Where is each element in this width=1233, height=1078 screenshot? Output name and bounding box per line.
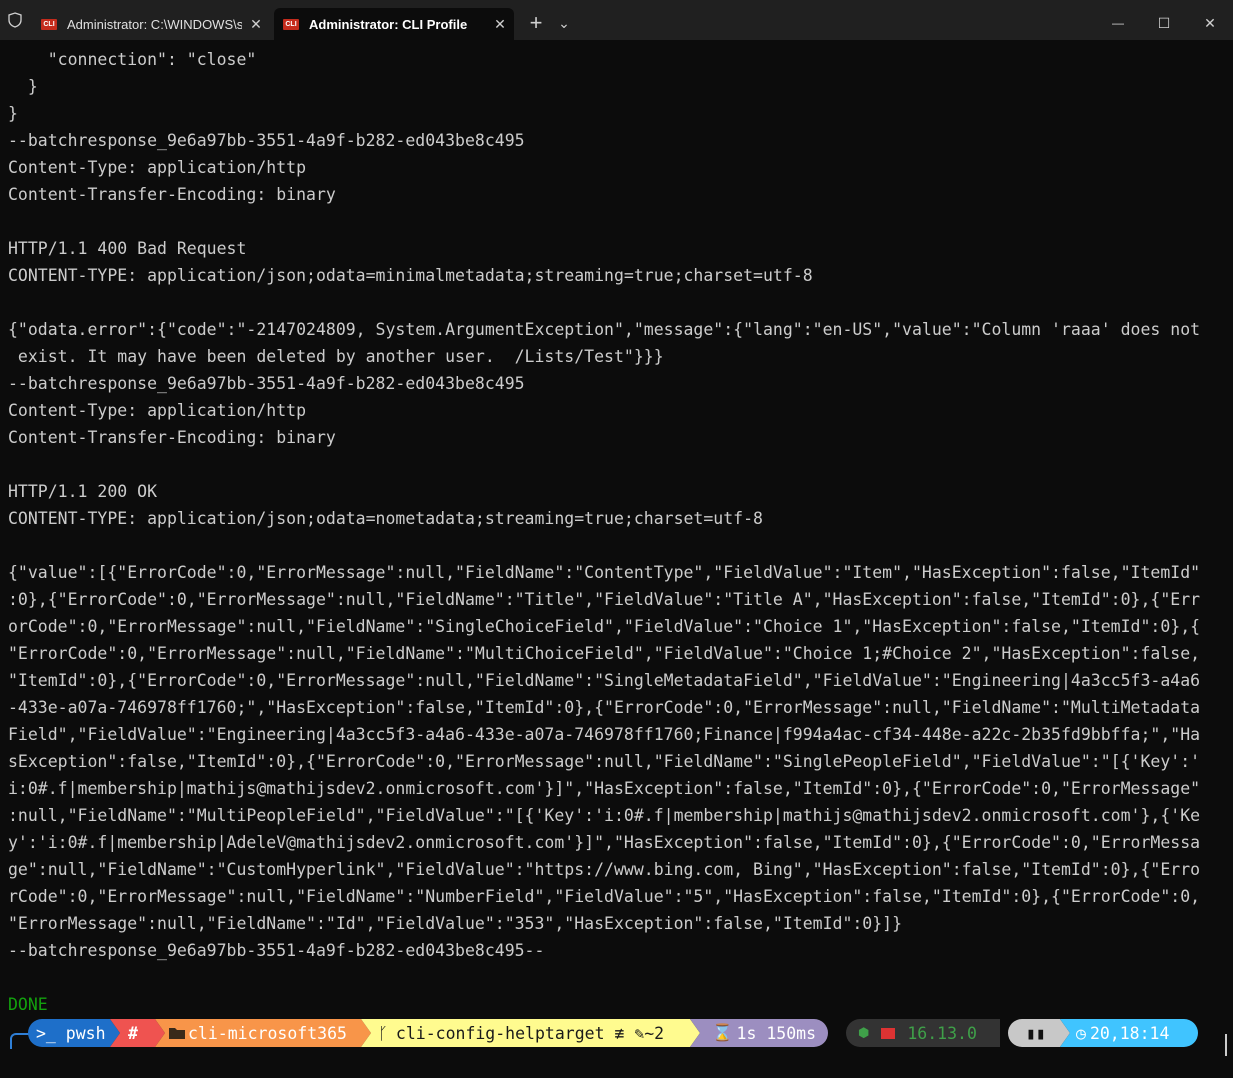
folder-icon bbox=[169, 1028, 185, 1039]
package-icon bbox=[881, 1027, 896, 1039]
prompt-duration-group: ⌛ 1s 150ms bbox=[712, 1019, 816, 1047]
terminal-line: CONTENT-TYPE: application/json;odata=nom… bbox=[8, 509, 763, 528]
terminal-line: Content-Transfer-Encoding: binary bbox=[8, 428, 336, 447]
prompt-folder: cli-microsoft365 bbox=[188, 1023, 347, 1043]
minimize-button[interactable]: — bbox=[1096, 8, 1140, 38]
terminal-line: {"value":[{"ErrorCode":0,"ErrorMessage":… bbox=[8, 563, 1201, 582]
terminal-line: } bbox=[8, 77, 38, 96]
terminal-line: --batchresponse_9e6a97bb-3551-4a9f-b282-… bbox=[8, 131, 525, 150]
prompt-clock-group: ◷ 20,18:14 bbox=[1076, 1019, 1169, 1047]
tab-windows-shell[interactable]: CLI Administrator: C:\WINDOWS\s ✕ bbox=[32, 8, 270, 40]
terminal-output[interactable]: "connection": "close" }} --batchresponse_… bbox=[8, 46, 1200, 1018]
prompt-clock: 20,18:14 bbox=[1089, 1023, 1170, 1043]
terminal-line: Content-Transfer-Encoding: binary bbox=[8, 185, 336, 204]
calendar-clock-icon: ◷ bbox=[1076, 1023, 1086, 1043]
windows-icon: ▮▮ bbox=[1026, 1023, 1046, 1043]
title-bar: CLI Administrator: C:\WINDOWS\s ✕ CLI Ad… bbox=[0, 0, 1233, 40]
prompt-git: cli-config-helptarget ≢ ✎~2 bbox=[395, 1023, 665, 1043]
prompt: >_ pwsh # cli-microsoft365 ᚴ cli-config-… bbox=[0, 1019, 1233, 1047]
terminal-line: Field","FieldValue":"Engineering|4a3cc5f… bbox=[8, 725, 1201, 744]
terminal-line: exist. It may have been deleted by anoth… bbox=[8, 347, 664, 366]
prompt-node-group: ⬢ 16.13.0 bbox=[858, 1019, 977, 1047]
terminal-line: "ErrorCode":0,"ErrorMessage":null,"Field… bbox=[8, 644, 1201, 663]
prompt-admin: # bbox=[128, 1023, 138, 1043]
terminal-line: "connection": "close" bbox=[8, 50, 257, 69]
cli-icon: CLI bbox=[283, 18, 299, 30]
maximize-button[interactable]: ☐ bbox=[1142, 8, 1186, 38]
terminal-line: :null,"FieldName":"MultiPeopleField","Fi… bbox=[8, 806, 1201, 825]
terminal-line: y':'i:0#.f|membership|AdeleV@mathijsdev2… bbox=[8, 833, 1201, 852]
terminal-line: rCode":0,"ErrorMessage":null,"FieldName"… bbox=[8, 887, 1201, 906]
close-tab-icon[interactable]: ✕ bbox=[242, 16, 270, 33]
node-icon: ⬢ bbox=[858, 1025, 870, 1041]
terminal-line: "ErrorMessage":null,"FieldName":"Id","Fi… bbox=[8, 914, 903, 933]
prompt-folder-group: cli-microsoft365 bbox=[168, 1019, 347, 1047]
terminal-line: i:0#.f|membership|mathijs@mathijsdev2.on… bbox=[8, 779, 1201, 798]
terminal-line: ge":null,"FieldName":"CustomHyperlink","… bbox=[8, 860, 1201, 879]
terminal-line: :0},{"ErrorCode":0,"ErrorMessage":null,"… bbox=[8, 590, 1201, 609]
prompt-shell: >_ pwsh bbox=[36, 1023, 106, 1043]
terminal-line: "ItemId":0},{"ErrorCode":0,"ErrorMessage… bbox=[8, 671, 1201, 690]
close-window-button[interactable]: ✕ bbox=[1188, 8, 1232, 38]
text-cursor bbox=[1225, 1034, 1227, 1056]
terminal-line: Content-Type: application/http bbox=[8, 158, 307, 177]
new-tab-button[interactable]: + bbox=[522, 8, 550, 38]
terminal-line: orCode":0,"ErrorMessage":null,"FieldName… bbox=[8, 617, 1201, 636]
terminal-line: --batchresponse_9e6a97bb-3551-4a9f-b282-… bbox=[8, 374, 525, 393]
prompt-duration: 1s 150ms bbox=[736, 1023, 817, 1043]
terminal-line: CONTENT-TYPE: application/json;odata=min… bbox=[8, 266, 813, 285]
git-branch-icon: ᚴ bbox=[378, 1023, 388, 1043]
terminal-line: HTTP/1.1 200 OK bbox=[8, 482, 158, 501]
shield-icon bbox=[8, 12, 22, 28]
tab-title: Administrator: CLI Profile bbox=[309, 16, 468, 32]
prompt-node-version: 16.13.0 bbox=[907, 1023, 977, 1043]
close-tab-icon[interactable]: ✕ bbox=[486, 16, 514, 33]
tab-cli-profile[interactable]: CLI Administrator: CLI Profile ✕ bbox=[274, 8, 514, 40]
terminal-line: --batchresponse_9e6a97bb-3551-4a9f-b282-… bbox=[8, 941, 545, 960]
prompt-git-group: ᚴ cli-config-helptarget ≢ ✎~2 bbox=[378, 1019, 664, 1047]
terminal-line: {"odata.error":{"code":"-2147024809, Sys… bbox=[8, 320, 1201, 339]
cli-icon: CLI bbox=[41, 18, 57, 30]
terminal-line: HTTP/1.1 400 Bad Request bbox=[8, 239, 247, 258]
terminal-line: sException":false,"ItemId":0},{"ErrorCod… bbox=[8, 752, 1201, 771]
terminal-line: Content-Type: application/http bbox=[8, 401, 307, 420]
terminal-line: } bbox=[8, 104, 18, 123]
terminal-line: -433e-a07a-746978ff1760;","HasException"… bbox=[8, 698, 1201, 717]
done-message: DONE bbox=[8, 995, 48, 1014]
hourglass-icon: ⌛ bbox=[712, 1023, 733, 1042]
tab-title: Administrator: C:\WINDOWS\s bbox=[67, 16, 242, 32]
tab-dropdown-button[interactable]: ⌄ bbox=[552, 8, 576, 38]
